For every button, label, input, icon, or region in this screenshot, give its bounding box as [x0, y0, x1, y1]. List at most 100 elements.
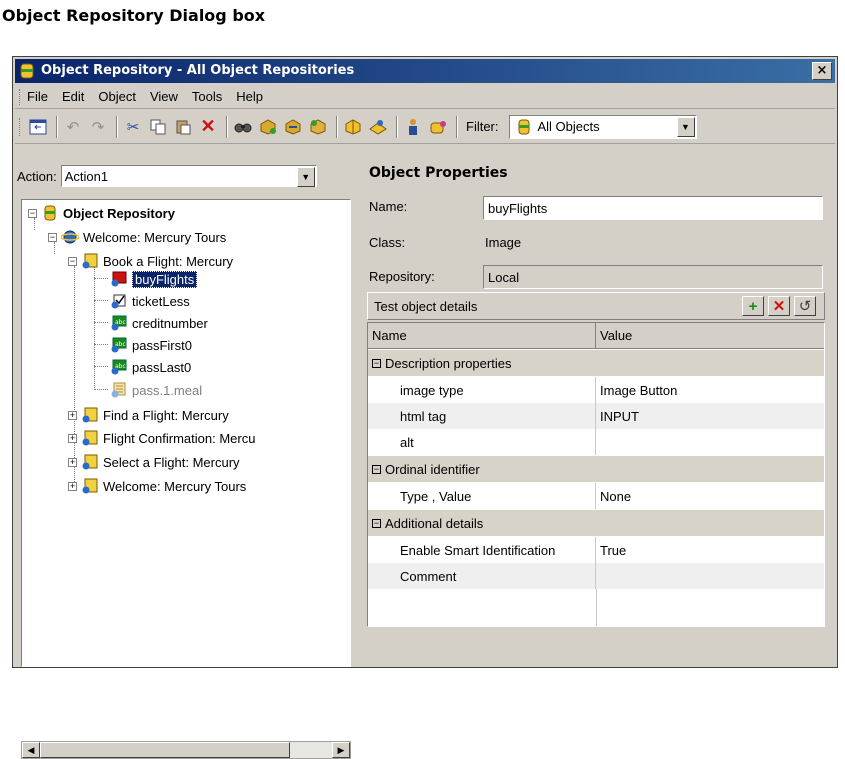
page-icon [82, 454, 98, 470]
menu-edit[interactable]: Edit [62, 89, 84, 104]
find-icon[interactable] [232, 116, 254, 138]
expand-icon[interactable]: + [68, 433, 77, 443]
column-divider [596, 589, 597, 626]
edit-field-icon: abc [111, 359, 127, 375]
tree-page[interactable]: − Book a Flight: Mercury [68, 251, 233, 271]
property-value[interactable]: Image Button [596, 377, 824, 403]
category-row[interactable]: − Description properties [368, 350, 824, 376]
scroll-thumb[interactable] [40, 742, 290, 758]
tree-object[interactable]: abc passFirst0 [110, 335, 192, 355]
menu-view[interactable]: View [150, 89, 178, 104]
tree-object[interactable]: buyFlights [110, 269, 198, 289]
page-icon [82, 407, 98, 423]
table-row[interactable]: alt [368, 429, 824, 455]
tree-page[interactable]: + Select a Flight: Mercury [68, 452, 240, 472]
tree-object-label: buyFlights [132, 270, 198, 288]
table-row[interactable]: Enable Smart Identification True [368, 537, 824, 563]
menu-object[interactable]: Object [98, 89, 136, 104]
toolbar-separator [116, 115, 118, 138]
object-spy-icon[interactable] [342, 116, 364, 138]
tree-page[interactable]: + Find a Flight: Mercury [68, 405, 229, 425]
redo-icon[interactable]: ↷ [87, 116, 109, 138]
tree-root[interactable]: − Object Repository [28, 203, 175, 223]
filter-dropdown[interactable]: All Objects ▼ [508, 114, 697, 139]
refresh-icon[interactable]: ↺ [794, 296, 816, 316]
title-bar[interactable]: Object Repository - All Object Repositor… [15, 59, 835, 83]
chevron-down-icon[interactable]: ▼ [296, 167, 315, 187]
repository-value: Local [488, 269, 520, 285]
collapse-icon[interactable]: − [372, 358, 381, 368]
property-value[interactable]: None [596, 483, 824, 509]
details-title: Test object details [374, 298, 478, 314]
category-row[interactable]: − Additional details [368, 510, 824, 536]
property-value[interactable]: INPUT [596, 403, 824, 429]
delete-icon[interactable]: ✕ [197, 116, 219, 138]
menu-grip[interactable] [19, 89, 22, 105]
locate-icon[interactable] [427, 116, 449, 138]
column-header-value[interactable]: Value [596, 323, 824, 348]
tree-object[interactable]: abc passLast0 [110, 357, 191, 377]
tree-object[interactable]: abc creditnumber [110, 313, 208, 333]
name-field[interactable]: buyFlights [483, 196, 823, 220]
remove-property-icon[interactable]: ✕ [768, 296, 790, 316]
table-row[interactable]: image type Image Button [368, 377, 824, 403]
menu-bar: File Edit Object View Tools Help [15, 85, 835, 109]
paste-icon[interactable] [172, 116, 194, 138]
expand-icon[interactable]: + [68, 410, 77, 420]
toolbar: ↶ ↷ ✂ ✕ Filter: All Objects ▼ [15, 110, 835, 144]
close-button[interactable]: × [812, 62, 832, 80]
table-row[interactable]: Type , Value None [368, 483, 824, 509]
table-row[interactable]: html tag INPUT [368, 403, 824, 429]
horizontal-scrollbar[interactable]: ◀ ▶ [21, 741, 351, 759]
name-label: Name: [369, 199, 408, 214]
object-properties-panel: Object Properties Name: buyFlights Class… [359, 147, 835, 665]
object-tree[interactable]: − Object Repository − Welcome: Mercury T… [21, 199, 351, 667]
add-objects-icon[interactable] [257, 116, 279, 138]
tree-browser[interactable]: − Welcome: Mercury Tours [48, 227, 226, 247]
collapse-icon[interactable]: − [372, 518, 381, 528]
scroll-right-icon[interactable]: ▶ [332, 742, 350, 758]
property-value[interactable] [596, 429, 824, 455]
collapse-icon[interactable]: − [372, 464, 381, 474]
toolbar-separator [396, 115, 398, 138]
undo-icon[interactable]: ↶ [62, 116, 84, 138]
tree-page-label: Flight Confirmation: Mercu [103, 430, 256, 446]
tree-page-label: Find a Flight: Mercury [103, 407, 229, 423]
property-value[interactable]: True [596, 537, 824, 563]
tree-page[interactable]: + Welcome: Mercury Tours [68, 476, 246, 496]
toolbar-separator [56, 115, 58, 138]
cut-icon[interactable]: ✂ [122, 116, 144, 138]
menu-help[interactable]: Help [236, 89, 263, 104]
tree-root-label: Object Repository [63, 205, 175, 221]
category-row[interactable]: − Ordinal identifier [368, 456, 824, 482]
column-header-name[interactable]: Name [368, 323, 596, 348]
expand-icon[interactable]: + [68, 481, 77, 491]
action-label: Action: [17, 168, 57, 184]
property-name: Comment [368, 563, 596, 589]
menu-tools[interactable]: Tools [192, 89, 222, 104]
action-dropdown[interactable]: Action1 ▼ [60, 165, 317, 187]
property-value[interactable] [596, 563, 824, 589]
chevron-down-icon[interactable]: ▼ [676, 116, 695, 137]
tree-object[interactable]: pass.1.meal [110, 380, 202, 400]
associate-repositories-icon[interactable] [367, 116, 389, 138]
update-objects-icon[interactable] [282, 116, 304, 138]
collapse-icon[interactable]: − [68, 256, 77, 266]
toolbar-grip[interactable] [19, 118, 22, 136]
add-property-icon[interactable]: + [742, 296, 764, 316]
repository-icon [44, 205, 56, 221]
menu-file[interactable]: File [27, 89, 48, 104]
expand-icon[interactable]: + [68, 457, 77, 467]
navigate-icon[interactable] [402, 116, 424, 138]
table-row[interactable]: Comment [368, 563, 824, 589]
collapse-icon[interactable]: − [28, 208, 37, 218]
scroll-left-icon[interactable]: ◀ [22, 742, 40, 758]
class-value: Image [485, 235, 522, 250]
export-icon[interactable] [27, 116, 49, 138]
highlight-icon[interactable] [307, 116, 329, 138]
tree-object[interactable]: ticketLess [110, 291, 190, 311]
test-object-details-header: Test object details + ✕ ↺ [367, 292, 825, 320]
collapse-icon[interactable]: − [48, 232, 57, 242]
copy-icon[interactable] [147, 116, 169, 138]
tree-page[interactable]: + Flight Confirmation: Mercu [68, 428, 255, 448]
